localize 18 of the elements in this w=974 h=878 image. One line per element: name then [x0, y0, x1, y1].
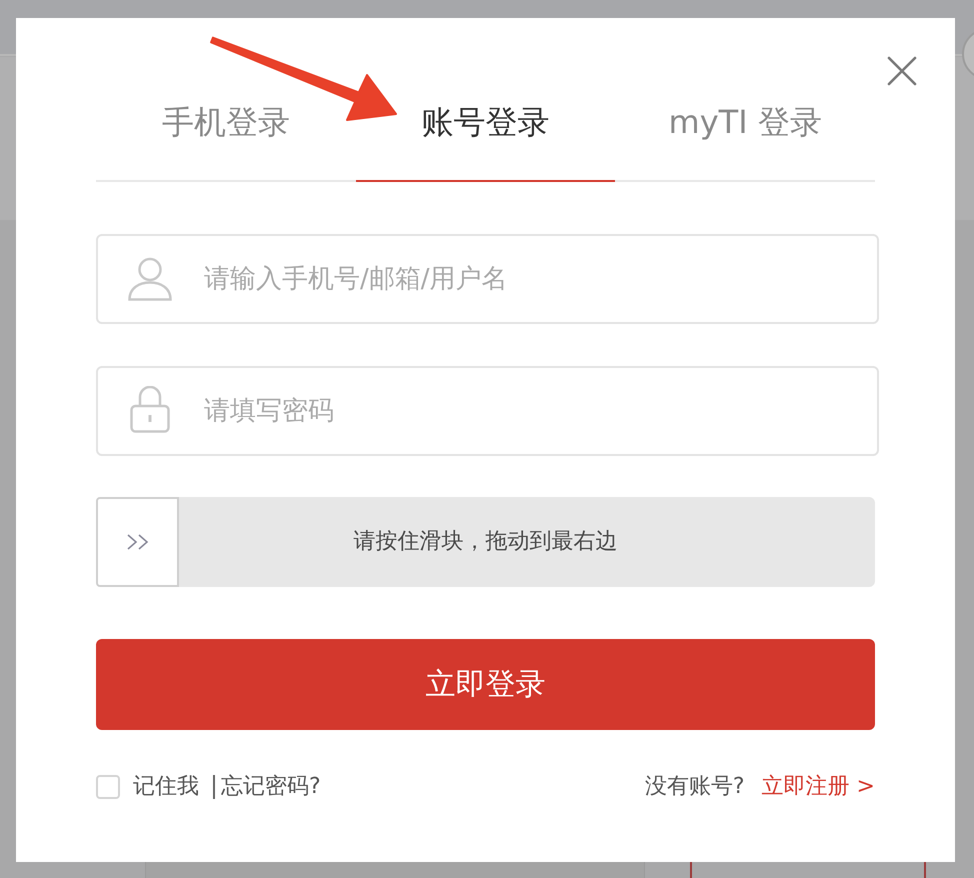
close-button[interactable] — [887, 56, 917, 86]
double-chevron-icon — [126, 534, 148, 550]
register-link[interactable]: 立即注册 > — [762, 772, 875, 802]
close-icon — [887, 56, 917, 86]
password-field[interactable]: 请填写密码 — [96, 366, 879, 456]
slider-handle[interactable] — [96, 497, 179, 587]
lock-icon — [130, 386, 170, 433]
login-tab[interactable]: 手机登录 — [96, 86, 356, 182]
register-prompt: 没有账号? — [644, 773, 745, 801]
slider-hint: 请按住滑块，拖动到最右边 — [354, 528, 618, 556]
login-tab[interactable]: myTI 登录 — [615, 86, 876, 182]
slider-track[interactable]: 请按住滑块，拖动到最右边 — [96, 497, 875, 587]
remember-me-label: 记住我 — [133, 773, 199, 801]
user-icon — [128, 257, 172, 301]
login-button[interactable]: 立即登录 — [96, 639, 875, 730]
remember-me-checkbox[interactable] — [96, 775, 120, 799]
username-field[interactable]: 请输入手机号/邮箱/用户名 — [96, 234, 879, 324]
forgot-password-link[interactable]: 忘记密码? — [221, 772, 321, 802]
